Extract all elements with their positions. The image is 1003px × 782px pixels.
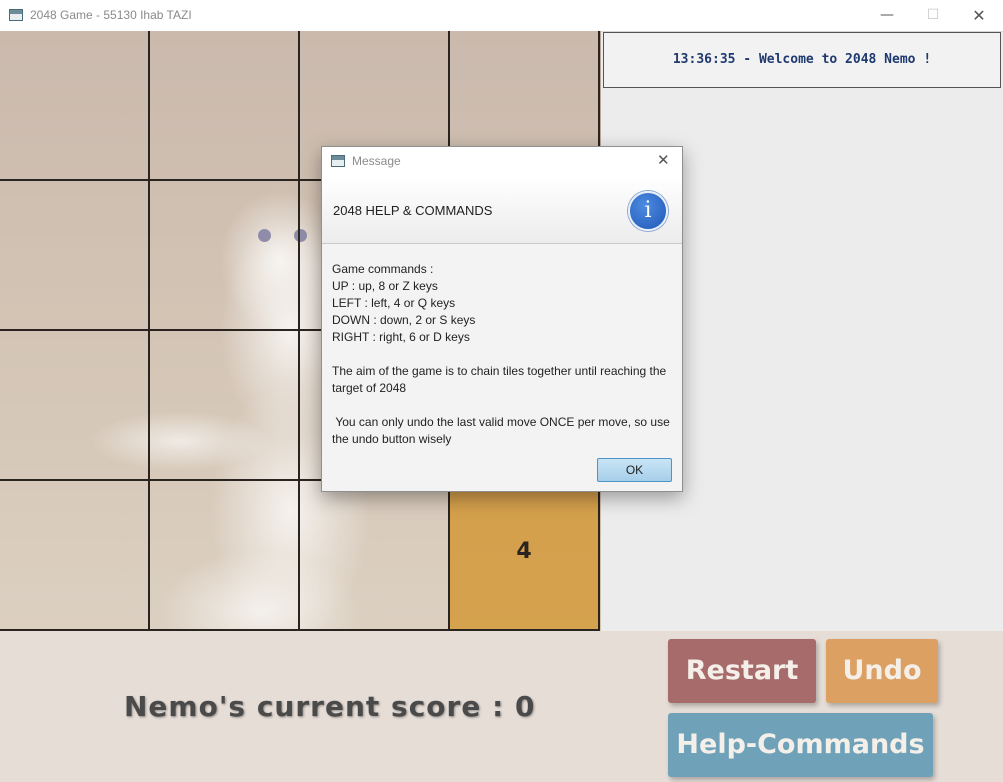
board-tile [150, 181, 300, 331]
board-tile [300, 481, 450, 631]
board-tile: 4 [450, 481, 600, 631]
restart-button[interactable]: Restart [668, 639, 816, 703]
help-commands-button[interactable]: Help-Commands [668, 713, 933, 777]
board-tile [150, 481, 300, 631]
message-line: The aim of the game is to chain tiles to… [332, 364, 670, 395]
help-dialog: Message ✕ 2048 HELP & COMMANDS i Game co… [321, 146, 683, 492]
score-label: Nemo's current score : 0 [124, 690, 536, 723]
board-tile [0, 181, 150, 331]
dialog-titlebar: Message ✕ [322, 147, 682, 176]
maximize-button[interactable]: ☐ [910, 0, 956, 31]
message-line: UP : up, 8 or Z keys [332, 279, 438, 293]
dialog-close-button[interactable]: ✕ [657, 151, 670, 169]
board-tile [0, 31, 150, 181]
message-line: Game commands : [332, 262, 434, 276]
undo-button[interactable]: Undo [826, 639, 938, 703]
board-tile [150, 331, 300, 481]
dialog-heading: 2048 HELP & COMMANDS [333, 203, 493, 218]
welcome-status: 13:36:35 - Welcome to 2048 Nemo ! [603, 32, 1001, 88]
window-titlebar: 2048 Game - 55130 Ihab TAZI — ☐ ✕ [0, 0, 1003, 32]
ok-button[interactable]: OK [597, 458, 672, 482]
dialog-header: 2048 HELP & COMMANDS i [322, 176, 682, 244]
message-line: LEFT : left, 4 or Q keys [332, 296, 456, 310]
message-line: RIGHT : right, 6 or D keys [332, 330, 470, 344]
dialog-title: Message [352, 154, 401, 168]
message-line: DOWN : down, 2 or S keys [332, 313, 476, 327]
app-window-icon [9, 9, 23, 21]
board-tile [0, 331, 150, 481]
dialog-message: Game commands : UP : up, 8 or Z keys LEFT … [332, 261, 677, 448]
board-tile [150, 31, 300, 181]
info-icon: i [628, 191, 668, 231]
board-tile [0, 481, 150, 631]
tile-value: 4 [516, 539, 532, 564]
dialog-window-icon [331, 155, 345, 167]
window-title: 2048 Game - 55130 Ihab TAZI [30, 8, 192, 22]
minimize-button[interactable]: — [864, 0, 910, 31]
message-line: You can only undo the last valid move ON… [332, 415, 674, 446]
close-window-button[interactable]: ✕ [956, 0, 1002, 31]
